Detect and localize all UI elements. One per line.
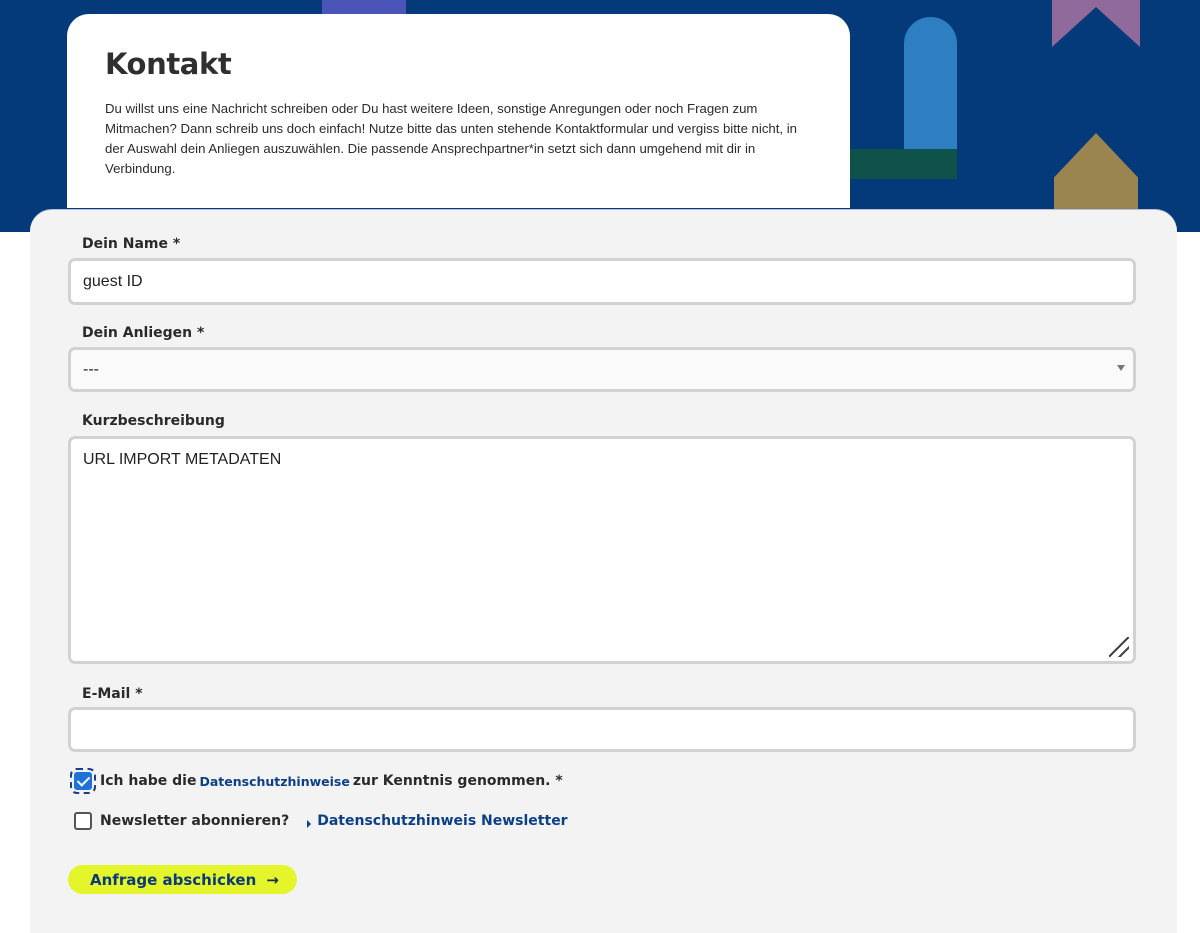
privacy-text-suffix: zur Kenntnis genommen. * bbox=[352, 773, 563, 789]
description-label: Kurzbeschreibung bbox=[82, 413, 225, 429]
chevron-down-icon bbox=[1117, 365, 1125, 371]
name-input-value: guest ID bbox=[83, 273, 143, 290]
caret-right-icon bbox=[307, 820, 312, 828]
description-textarea-value: URL IMPORT METADATEN bbox=[83, 451, 282, 468]
newsletter-privacy-link[interactable]: Datenschutzhinweis Newsletter bbox=[307, 813, 568, 829]
newsletter-row: Newsletter abonnieren? Datenschutzhinwei… bbox=[70, 808, 568, 834]
decor-green-bar bbox=[848, 149, 957, 179]
submit-button-label: Anfrage abschicken bbox=[90, 870, 257, 889]
intro-text: Du willst uns eine Nachricht schreiben o… bbox=[105, 101, 798, 176]
concern-select[interactable]: --- bbox=[68, 347, 1136, 392]
submit-button[interactable]: Anfrage abschicken → bbox=[68, 865, 297, 894]
newsletter-privacy-link-text: Datenschutzhinweis Newsletter bbox=[317, 813, 568, 829]
name-input[interactable]: guest ID bbox=[68, 258, 1136, 305]
page-title: Kontakt bbox=[105, 47, 232, 81]
concern-label: Dein Anliegen * bbox=[82, 325, 205, 341]
newsletter-checkbox[interactable] bbox=[74, 812, 92, 830]
email-input[interactable] bbox=[68, 707, 1136, 752]
concern-select-value: --- bbox=[83, 361, 99, 378]
privacy-checkbox[interactable] bbox=[70, 768, 96, 794]
privacy-link[interactable]: Datenschutzhinweise bbox=[199, 774, 349, 789]
name-label: Dein Name * bbox=[82, 236, 181, 252]
privacy-consent-row: Ich habe die Datenschutzhinweise zur Ken… bbox=[70, 768, 563, 794]
privacy-text-prefix: Ich habe die bbox=[100, 773, 197, 789]
decor-blue-pill bbox=[904, 17, 957, 151]
email-label: E-Mail * bbox=[82, 686, 143, 702]
resize-handle-icon[interactable] bbox=[1109, 637, 1129, 657]
description-textarea[interactable]: URL IMPORT METADATEN bbox=[68, 436, 1136, 664]
decor-purple-block bbox=[322, 0, 406, 14]
newsletter-label: Newsletter abonnieren? bbox=[100, 813, 290, 829]
intro-card: Kontakt Du willst uns eine Nachricht sch… bbox=[67, 14, 850, 208]
arrow-right-icon: → bbox=[266, 870, 279, 889]
decor-ribbon-shape bbox=[1052, 0, 1140, 47]
